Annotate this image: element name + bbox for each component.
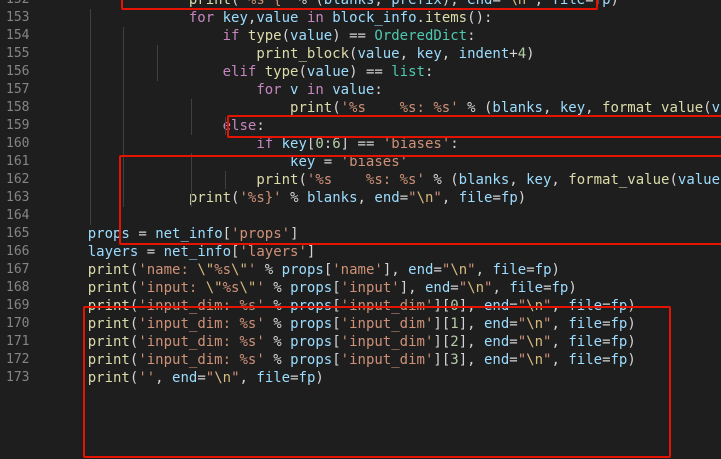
code-line[interactable]: print('', end="\n", file=fp) xyxy=(88,369,324,387)
indent-guide xyxy=(224,117,226,135)
code-line[interactable]: props = net_info['props'] xyxy=(88,225,299,243)
code-line[interactable]: print('input_dim: %s' % props['input_dim… xyxy=(88,351,636,369)
line-number: 154 xyxy=(6,28,30,43)
indent-guide xyxy=(123,27,125,207)
line-number: 158 xyxy=(6,100,30,115)
indent-guide xyxy=(224,171,226,189)
line-number: 166 xyxy=(6,244,30,259)
indent-guide xyxy=(190,99,192,135)
line-number: 172 xyxy=(6,352,30,367)
line-number: 157 xyxy=(6,82,30,97)
code-line[interactable]: print_block(value, key, indent+4) xyxy=(256,45,534,63)
code-area[interactable]: print('%s {' % (blanks, prefix), end="\n… xyxy=(54,0,721,459)
code-line[interactable]: elif type(value) == list: xyxy=(223,63,434,81)
line-number: 162 xyxy=(6,172,30,187)
code-line[interactable]: print('input_dim: %s' % props['input_dim… xyxy=(88,333,636,351)
code-line[interactable]: for v in value: xyxy=(256,81,383,99)
code-line[interactable]: print('name: \"%s\"' % props['name'], en… xyxy=(88,261,560,279)
code-line[interactable]: print('%s {' % (blanks, prefix), end="\n… xyxy=(189,0,619,9)
line-number: 164 xyxy=(6,208,30,223)
code-line[interactable]: print('%s %s: %s' % (blanks, key, format… xyxy=(290,99,721,117)
line-number-gutter: 152153 154 155 156 157 158 159 160 161 162 163 164 1… xyxy=(0,0,50,459)
line-number: 168 xyxy=(6,280,30,295)
code-line[interactable]: print('%s}' % blanks, end="\n", file=fp) xyxy=(189,189,526,207)
line-number: 152 xyxy=(0,0,44,9)
line-number: 165 xyxy=(6,226,30,241)
line-number: 173 xyxy=(6,370,30,385)
code-line[interactable]: print('input: \"%s\"' % props['input'], … xyxy=(88,279,577,297)
line-number: 169 xyxy=(6,298,30,313)
line-number: 170 xyxy=(6,316,30,331)
code-line[interactable]: if type(value) == OrderedDict: xyxy=(223,27,476,45)
code-line[interactable]: for key,value in block_info.items(): xyxy=(189,9,493,27)
line-number: 160 xyxy=(6,136,30,151)
code-line[interactable]: else: xyxy=(223,117,265,135)
code-line[interactable]: print('input_dim: %s' % props['input_dim… xyxy=(88,315,636,333)
line-number: 167 xyxy=(6,262,30,277)
line-number: 163 xyxy=(6,190,30,205)
code-line[interactable]: layers = net_info['layers'] xyxy=(88,243,316,261)
indent-guide xyxy=(89,9,91,225)
line-number: 153 xyxy=(6,10,30,25)
code-line[interactable]: if key[0:6] == 'biases': xyxy=(256,135,458,153)
line-number: 161 xyxy=(6,154,30,169)
line-number: 159 xyxy=(6,118,30,133)
line-number: 155 xyxy=(6,46,30,61)
code-line[interactable]: key = 'biases' xyxy=(290,153,408,171)
code-editor[interactable]: 152153 154 155 156 157 158 159 160 161 162 163 164 1… xyxy=(0,0,721,459)
indent-guide xyxy=(190,153,192,207)
code-line[interactable]: print('%s %s: %s' % (blanks, key, format… xyxy=(256,171,721,189)
line-number: 156 xyxy=(6,64,30,79)
indent-guide xyxy=(157,45,159,81)
line-number: 171 xyxy=(6,334,30,349)
code-line[interactable]: print('input_dim: %s' % props['input_dim… xyxy=(88,297,636,315)
